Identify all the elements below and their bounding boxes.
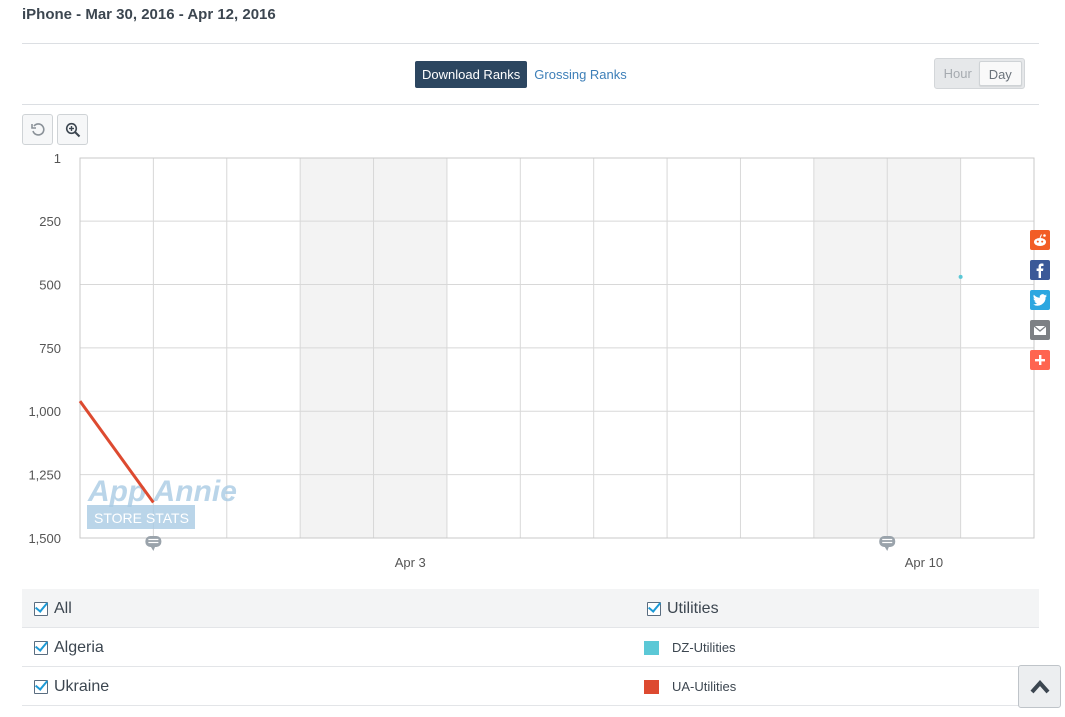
comment-bubble — [145, 536, 162, 547]
legend-row-ukraine: Ukraine UA-Utilities — [22, 667, 1039, 706]
checkbox-checked-icon[interactable] — [34, 601, 48, 616]
legend-series-toggle[interactable]: UA-Utilities — [644, 667, 736, 706]
y-tick-label: 250 — [39, 214, 61, 229]
comment-bubble — [879, 536, 896, 547]
legend-all-toggle[interactable]: All — [34, 589, 72, 628]
legend-country-toggle[interactable]: Algeria — [34, 628, 104, 667]
x-tick-label: Apr 10 — [905, 555, 943, 570]
email-icon — [1033, 325, 1047, 335]
y-tick-label: 1,500 — [28, 531, 61, 546]
rank-chart[interactable]: 1 250 500 750 1,000 1,250 1,500 Apr 3 Apr 10 Ap… — [0, 145, 1040, 585]
y-tick-label: 1,250 — [28, 468, 61, 483]
y-tick-label: 1 — [54, 151, 61, 166]
y-tick-label: 500 — [39, 277, 61, 292]
comment-bubble-tail — [150, 546, 156, 551]
series-point — [958, 274, 963, 279]
more-share-icon — [1035, 355, 1045, 365]
divider — [22, 43, 1039, 44]
y-tick-label: 750 — [39, 341, 61, 356]
day-button[interactable]: Day — [978, 61, 1022, 86]
x-tick-label: Apr 3 — [395, 555, 426, 570]
legend-series-label: DZ-Utilities — [672, 640, 736, 655]
y-tick-label: 1,000 — [28, 404, 61, 419]
rank-tabs: Download Ranks Grossing Ranks — [415, 61, 634, 88]
email-share-button[interactable] — [1030, 320, 1050, 340]
legend-row-algeria: Algeria DZ-Utilities — [22, 628, 1039, 667]
time-granularity-toggle: Hour Day — [934, 58, 1025, 89]
page-title: iPhone - Mar 30, 2016 - Apr 12, 2016 — [22, 6, 276, 23]
reddit-share-button[interactable] — [1030, 230, 1050, 250]
twitter-icon — [1033, 294, 1047, 306]
checkbox-checked-icon[interactable] — [34, 640, 48, 655]
tab-grossing-ranks[interactable]: Grossing Ranks — [527, 61, 633, 88]
scroll-to-top-button[interactable] — [1018, 665, 1061, 708]
annotation-comment-icon[interactable] — [145, 536, 162, 551]
app-annie-watermark: App Annie STORE STATS — [87, 475, 237, 529]
divider — [22, 104, 1039, 105]
facebook-share-button[interactable] — [1030, 260, 1050, 280]
legend-country-label: Ukraine — [54, 677, 110, 695]
zoom-in-icon — [65, 122, 80, 137]
legend-series-toggle[interactable]: DZ-Utilities — [644, 628, 736, 667]
hour-button[interactable]: Hour — [937, 61, 979, 86]
legend-series-label: UA-Utilities — [672, 679, 737, 694]
comment-bubble-tail — [884, 546, 890, 551]
checkbox-checked-icon[interactable] — [34, 679, 48, 694]
reset-zoom-button[interactable] — [22, 114, 53, 145]
checkbox-checked-icon[interactable] — [647, 601, 661, 616]
more-share-button[interactable] — [1030, 350, 1050, 370]
watermark-logo-text: App Annie — [87, 475, 237, 508]
legend-category-toggle[interactable]: Utilities — [647, 589, 719, 628]
series-color-swatch — [644, 640, 659, 655]
annotation-comment-icon[interactable] — [879, 536, 896, 551]
legend-all-label: All — [54, 599, 72, 617]
facebook-icon — [1036, 263, 1044, 278]
legend-category-label: Utilities — [667, 599, 719, 617]
legend-header-row: All Utilities — [22, 589, 1039, 628]
chevron-up-icon — [1030, 679, 1049, 693]
zoom-in-button[interactable] — [57, 114, 88, 145]
series-color-swatch — [644, 679, 659, 694]
legend-country-label: Algeria — [54, 638, 104, 656]
reset-zoom-icon — [30, 122, 45, 136]
tab-download-ranks[interactable]: Download Ranks — [415, 61, 528, 88]
reddit-icon — [1034, 234, 1046, 246]
twitter-share-button[interactable] — [1030, 290, 1050, 310]
legend-country-toggle[interactable]: Ukraine — [34, 667, 109, 706]
watermark-banner-text: STORE STATS — [94, 510, 189, 526]
